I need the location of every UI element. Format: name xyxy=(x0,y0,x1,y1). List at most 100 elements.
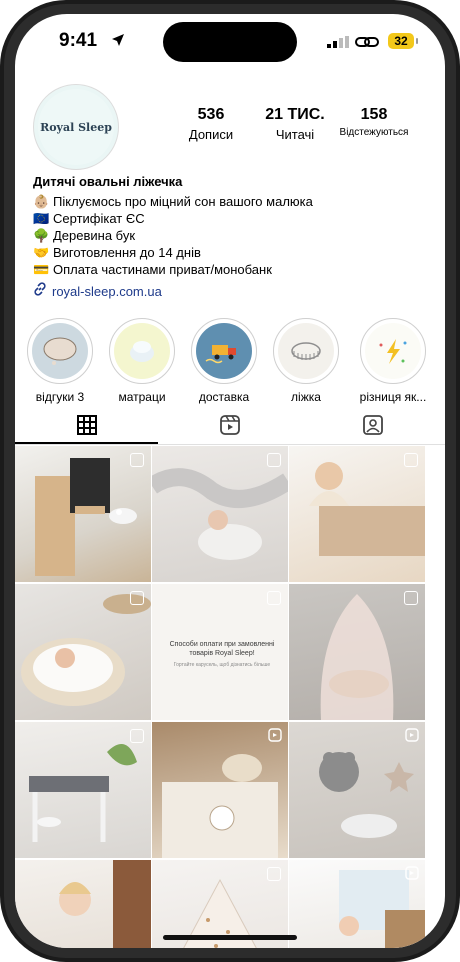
carousel-icon xyxy=(404,591,418,605)
post-text-title: Способи оплати при замовленні товарів Ro… xyxy=(169,641,275,657)
bio-text: Сертифікат ЄС xyxy=(53,211,145,226)
mattress-icon xyxy=(130,341,154,362)
highlight-ring xyxy=(273,318,339,384)
credit-card-icon: 💳 xyxy=(33,262,50,277)
highlight-mattresses[interactable]: матраци xyxy=(105,318,179,404)
stat-followers-value: 21 ТИС. xyxy=(265,106,325,123)
crib-icon xyxy=(291,342,321,360)
post-tile[interactable] xyxy=(15,860,151,948)
highlight-label: доставка xyxy=(198,390,250,404)
battery-indicator: 32 xyxy=(388,33,414,49)
highlight-ring xyxy=(27,318,93,384)
post-text-card: Способи оплати при замовленні товарів Ro… xyxy=(162,640,282,670)
carousel-icon xyxy=(267,867,281,881)
chain-link-icon xyxy=(355,37,379,47)
bio-text: Оплата частинами приват/монобанк xyxy=(53,262,272,277)
bio-line: 🤝 Виготовлення до 14 днів xyxy=(33,244,433,261)
screen: 9:41 32 Royal Sleep 536 Дописи 21 ТИС. Ч… xyxy=(15,14,445,948)
bio-text: Виготовлення до 14 днів xyxy=(53,245,201,260)
tab-grid[interactable] xyxy=(15,408,158,444)
stat-followers[interactable]: 21 ТИС. Читачі xyxy=(253,106,337,142)
post-tile[interactable] xyxy=(15,584,151,720)
post-tile[interactable] xyxy=(15,722,151,858)
post-photo xyxy=(319,752,414,838)
highlight-reviews[interactable]: відгуки 3 xyxy=(23,318,97,404)
carousel-icon xyxy=(130,729,144,743)
reel-badge-icon xyxy=(405,728,419,742)
stat-followers-label: Читачі xyxy=(275,127,315,142)
profile-avatar[interactable]: Royal Sleep xyxy=(33,84,119,170)
phone-frame: 9:41 32 Royal Sleep 536 Дописи 21 ТИС. Ч… xyxy=(0,0,460,962)
post-tile[interactable] xyxy=(152,722,288,858)
carousel-icon xyxy=(404,453,418,467)
bio-text: Піклуємось про міцний сон вашого малюка xyxy=(53,194,313,209)
post-tile[interactable] xyxy=(15,446,151,582)
eu-flag-icon: 🇪🇺 xyxy=(33,211,50,226)
link-icon xyxy=(34,282,46,296)
profile-name: Дитячі овальні ліжечка xyxy=(33,174,183,189)
stat-posts[interactable]: 536 Дописи xyxy=(175,106,247,142)
post-tile[interactable] xyxy=(289,860,425,948)
highlight-cover xyxy=(365,323,421,379)
highlight-label: матраци xyxy=(118,390,166,404)
grid-icon xyxy=(76,415,97,435)
bio-line: 🇪🇺 Сертифікат ЄС xyxy=(33,210,433,227)
avatar-logo-text: Royal Sleep xyxy=(38,89,114,165)
post-photo xyxy=(162,754,278,858)
delivery-truck-icon xyxy=(205,345,236,364)
stat-posts-value: 536 xyxy=(197,106,225,123)
profile-bio: Дитячі овальні ліжечка 👶🏼 Піклуємось про … xyxy=(33,174,433,278)
stat-following-value: 158 xyxy=(360,106,388,123)
post-tile[interactable] xyxy=(289,722,425,858)
profile-website-link[interactable]: royal-sleep.com.ua xyxy=(33,282,162,299)
highlight-cover xyxy=(278,323,334,379)
tree-icon: 🌳 xyxy=(33,228,50,243)
tagged-icon xyxy=(362,415,383,435)
bio-line: 👶🏼 Піклуємось про міцний сон вашого малюк… xyxy=(33,193,433,210)
post-tile[interactable] xyxy=(289,446,425,582)
highlight-label: різниця як... xyxy=(359,390,427,404)
highlight-cover xyxy=(114,323,170,379)
highlight-cover xyxy=(32,323,88,379)
battery-tip xyxy=(416,38,418,44)
highlight-ring xyxy=(109,318,175,384)
tabs-divider xyxy=(15,444,445,445)
post-tile[interactable] xyxy=(152,446,288,582)
status-time: 9:41 xyxy=(59,30,98,51)
highlight-delivery[interactable]: доставка xyxy=(187,318,261,404)
stat-following[interactable]: 158 Відстежуються xyxy=(333,106,415,138)
post-text-subtitle: Гортайте карусель, щоб дізнатись більше xyxy=(173,662,271,668)
stat-following-label: Відстежуються xyxy=(339,127,409,138)
baby-emoji-icon: 👶🏼 xyxy=(33,194,50,209)
profile-tabs xyxy=(15,408,445,444)
home-indicator[interactable] xyxy=(163,935,297,940)
reels-icon xyxy=(219,415,240,435)
signal-icon xyxy=(327,36,349,48)
highlight-label: відгуки 3 xyxy=(35,390,85,404)
reel-badge-icon xyxy=(405,866,419,880)
carousel-icon xyxy=(267,453,281,467)
tab-tagged[interactable] xyxy=(301,408,444,442)
carousel-icon xyxy=(130,591,144,605)
carousel-icon xyxy=(130,453,144,467)
post-photo xyxy=(59,860,151,948)
highlight-ring xyxy=(360,318,426,384)
highlight-ring xyxy=(191,318,257,384)
tab-reels[interactable] xyxy=(158,408,301,442)
highlight-cover xyxy=(196,323,252,379)
lightning-icon xyxy=(379,339,407,364)
highlight-label: ліжка xyxy=(291,390,321,404)
carousel-icon xyxy=(267,591,281,605)
post-tile[interactable]: Способи оплати при замовленні товарів Ro… xyxy=(152,584,288,720)
website-url: royal-sleep.com.ua xyxy=(52,284,162,299)
bio-line: 💳 Оплата частинами приват/монобанк xyxy=(33,261,433,278)
speech-bubble-icon xyxy=(43,337,77,365)
highlight-cribs[interactable]: ліжка xyxy=(269,318,343,404)
highlight-difference[interactable]: різниця як... xyxy=(351,318,435,404)
location-arrow-icon xyxy=(112,34,124,46)
bio-line: 🌳 Деревина бук xyxy=(33,227,433,244)
reel-badge-icon xyxy=(268,728,282,742)
handshake-icon: 🤝 xyxy=(33,245,50,260)
post-tile[interactable] xyxy=(289,584,425,720)
dynamic-island xyxy=(163,22,297,62)
